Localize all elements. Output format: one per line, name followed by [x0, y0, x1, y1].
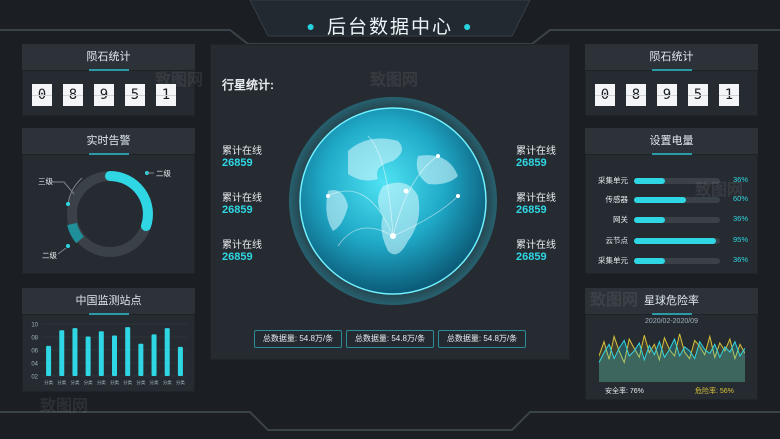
alarm-label-level2: 二级	[156, 169, 171, 178]
station-bar	[112, 335, 117, 376]
stat-right-2: 累计在线 26859	[516, 193, 556, 216]
digit: 5	[125, 84, 145, 106]
station-bar	[164, 328, 170, 376]
stat-right-3: 累计在线 26859	[516, 240, 556, 263]
y-tick-label: 06	[31, 349, 38, 355]
station-bar	[72, 328, 78, 376]
safe-rate: 安全率: 76%	[605, 388, 644, 395]
stat-left-2: 累计在线 26859	[222, 193, 262, 216]
x-tick-label: 分类	[70, 379, 79, 386]
title-dot-icon: ●	[306, 18, 317, 34]
power-fill	[634, 178, 665, 184]
panel-title: 中国监测站点	[22, 288, 195, 315]
x-tick-label: 分类	[57, 379, 66, 386]
x-tick-label: 分类	[97, 379, 106, 386]
digit: 9	[657, 84, 677, 106]
station-bar	[138, 343, 144, 376]
x-tick-label: 分类	[163, 379, 172, 386]
power-row: 云节点 95%	[605, 235, 749, 245]
date-range: 2020/02-2020/09	[645, 318, 698, 325]
globe-graphic	[289, 97, 497, 305]
x-tick-label: 分类	[176, 379, 185, 386]
watermark: 致图网	[370, 72, 419, 89]
total-data-pill: 总数据量: 54.8万/条	[254, 330, 342, 348]
power-track	[634, 217, 720, 223]
alarm-label-level2b: 二级	[42, 251, 57, 260]
digit: 5	[688, 84, 708, 106]
alarm-label-level3: 三级	[38, 177, 53, 186]
watermark: 致图网	[590, 292, 639, 309]
watermark: 致图网	[40, 398, 89, 415]
watermark: 致图网	[695, 182, 744, 199]
y-tick-label: 10	[31, 323, 38, 329]
power-fill	[634, 197, 686, 203]
title-dot-icon: ●	[463, 18, 474, 34]
x-tick-label: 分类	[110, 379, 119, 386]
center-panel: 行星统计: 累计在线 26859 累计在线 26859 累计在线 26859 累…	[210, 44, 570, 360]
panel-title: 设置电量	[585, 128, 758, 155]
y-tick-label: 02	[31, 375, 38, 381]
station-bar	[85, 336, 91, 376]
alarm-panel: 实时告警 三级 二级 二级	[22, 128, 195, 274]
x-tick-label: 分类	[44, 379, 53, 386]
ring-arc-primary	[105, 171, 153, 231]
page-title: ● 后台数据中心 ●	[306, 17, 474, 38]
stations-panel: 中国监测站点 10 08 06 04 02 分类 分类 分类 分类 分类 分类 分类 分类 分类 分类 分类	[22, 288, 195, 392]
digit: 0	[32, 84, 52, 106]
center-title: 行星统计:	[222, 78, 274, 92]
stat-left-3: 累计在线 26859	[222, 240, 262, 263]
danger-line-chart	[599, 333, 745, 382]
total-data-pill: 总数据量: 54.8万/条	[438, 330, 526, 348]
risk-rate: 危险率: 56%	[695, 388, 734, 395]
x-tick-label: 分类	[150, 379, 159, 386]
stat-right-1: 累计在线 26859	[516, 146, 556, 169]
panel-title: 实时告警	[22, 128, 195, 155]
power-row: 采集单元 36%	[598, 255, 748, 265]
station-bar	[59, 330, 65, 376]
x-tick-label: 分类	[123, 379, 132, 386]
power-track	[634, 258, 720, 264]
power-track	[634, 238, 720, 244]
digit: 8	[626, 84, 646, 106]
station-bar	[151, 334, 157, 376]
digit: 1	[719, 84, 739, 106]
station-bar	[46, 345, 52, 376]
y-tick-label: 04	[31, 362, 38, 368]
station-bar	[98, 331, 104, 376]
power-fill	[634, 217, 665, 223]
x-tick-label: 分类	[84, 379, 93, 386]
digit: 0	[595, 84, 615, 106]
y-tick-label: 08	[31, 336, 38, 342]
stat-left-1: 累计在线 26859	[222, 146, 262, 169]
panel-title: 陨石统计	[585, 44, 758, 71]
power-fill	[634, 258, 665, 264]
total-data-pill: 总数据量: 54.8万/条	[346, 330, 434, 348]
footer-frame	[0, 411, 780, 431]
power-row: 网关 36%	[613, 214, 748, 224]
stations-bar-chart: 1008060402分类 分类 分类 分类 分类 分类 分类 分类 分类 分类 分类	[31, 323, 187, 386]
watermark: 致图网	[155, 72, 204, 89]
station-bar	[125, 327, 131, 376]
digit: 8	[63, 84, 83, 106]
station-bar	[177, 346, 183, 376]
x-tick-label: 分类	[136, 379, 145, 386]
power-fill	[634, 238, 716, 244]
digit: 9	[94, 84, 114, 106]
meteor-panel-right: 陨石统计 0 8 9 5 1	[585, 44, 758, 116]
